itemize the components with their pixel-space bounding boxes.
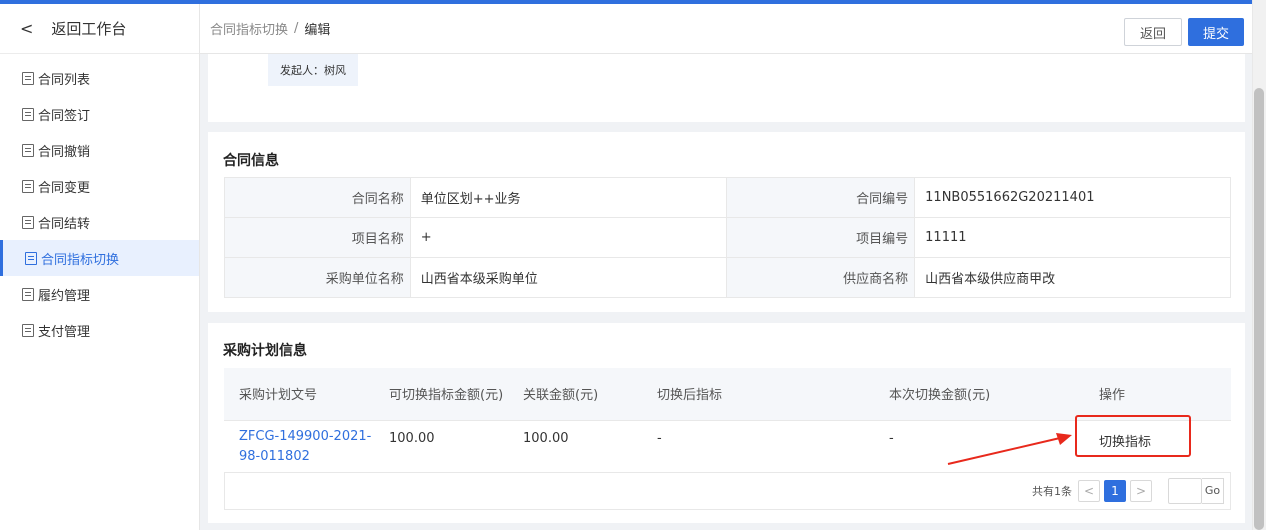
sidebar: < 返回工作台 合同列表 合同签订 合同撤销 合同变更 合同结转 合同指标切换 … — [0, 4, 200, 530]
breadcrumb-separator: / — [294, 21, 299, 36]
scrollbar[interactable] — [1252, 0, 1266, 530]
info-row: 合同名称 单位区划++业务 合同编号 11NB0551662G20211401 — [224, 177, 1231, 218]
info-label: 合同名称 — [224, 177, 411, 218]
scrollbar-thumb[interactable] — [1254, 88, 1264, 530]
document-icon — [22, 215, 34, 229]
info-value: 山西省本级采购单位 — [409, 257, 728, 298]
sidebar-item-contract-change[interactable]: 合同变更 — [0, 168, 199, 204]
column-header: 本次切换金额(元) — [874, 368, 1084, 421]
sidebar-item-contract-list[interactable]: 合同列表 — [0, 60, 199, 96]
column-header: 可切换指标金额(元) — [374, 368, 508, 421]
info-row: 项目名称 + 项目编号 11111 — [224, 217, 1231, 258]
table-header-row: 采购计划文号 可切换指标金额(元) 关联金额(元) 切换后指标 本次切换金额(元… — [224, 368, 1231, 421]
info-label: 供应商名称 — [726, 257, 916, 298]
back-button[interactable]: 返回 — [1124, 18, 1182, 46]
sidebar-item-label: 合同指标切换 — [41, 252, 120, 268]
page-1-button[interactable]: 1 — [1104, 479, 1126, 502]
next-page-button[interactable]: > — [1130, 479, 1152, 502]
contract-number-link[interactable]: 11NB0551662G20211401 — [914, 177, 1231, 218]
info-label: 合同编号 — [726, 177, 916, 218]
info-value: + — [409, 217, 728, 258]
sidebar-item-contract-signing[interactable]: 合同签订 — [0, 96, 199, 132]
initiator-card: 发起人：树风 — [208, 54, 1245, 122]
document-icon — [22, 287, 34, 301]
info-value: 山西省本级供应商甲改 — [914, 257, 1231, 298]
back-to-workbench-label: 返回工作台 — [51, 20, 127, 38]
pagination: 共有1条 < 1 > Go — [224, 472, 1231, 510]
sidebar-item-label: 支付管理 — [38, 324, 91, 340]
page-header: 合同指标切换 / 编辑 返回 提交 — [200, 4, 1252, 54]
back-to-workbench[interactable]: < 返回工作台 — [0, 4, 199, 54]
go-button[interactable]: Go — [1202, 477, 1224, 504]
column-header: 操作 — [1084, 368, 1231, 421]
document-icon — [22, 71, 34, 85]
annotation-highlight-box — [1075, 415, 1191, 457]
sidebar-item-label: 合同结转 — [38, 216, 91, 232]
info-value: 单位区划++业务 — [409, 177, 728, 218]
sidebar-item-contract-revocation[interactable]: 合同撤销 — [0, 132, 199, 168]
info-label: 采购单位名称 — [224, 257, 411, 298]
document-icon — [25, 251, 37, 265]
sidebar-menu: 合同列表 合同签订 合同撤销 合同变更 合同结转 合同指标切换 履约管理 支付管… — [0, 54, 199, 348]
plan-info-title: 采购计划信息 — [223, 343, 307, 359]
info-row: 采购单位名称 山西省本级采购单位 供应商名称 山西省本级供应商甲改 — [224, 257, 1231, 298]
sidebar-item-contract-carryover[interactable]: 合同结转 — [0, 204, 199, 240]
plan-doc-link[interactable]: ZFCG-149900-2021-98-011802 — [224, 420, 374, 473]
submit-button[interactable]: 提交 — [1188, 18, 1244, 46]
chevron-left-icon: < — [20, 19, 34, 38]
prev-page-button[interactable]: < — [1078, 479, 1100, 502]
breadcrumb-current: 编辑 — [304, 23, 331, 38]
document-icon — [22, 107, 34, 121]
sidebar-item-label: 合同签订 — [38, 108, 91, 124]
initiator-tag: 发起人：树风 — [268, 54, 358, 86]
table-cell: - — [642, 420, 874, 473]
table-cell: 100.00 — [508, 420, 642, 473]
sidebar-item-label: 履约管理 — [38, 288, 91, 304]
sidebar-item-indicator-switch[interactable]: 合同指标切换 — [0, 240, 199, 276]
info-value: 11111 — [914, 217, 1231, 258]
page-jump-input[interactable] — [1168, 477, 1202, 504]
column-header: 切换后指标 — [642, 368, 874, 421]
sidebar-item-label: 合同变更 — [38, 180, 91, 196]
sidebar-item-payment[interactable]: 支付管理 — [0, 312, 199, 348]
column-header: 采购计划文号 — [224, 368, 374, 421]
contract-info-title: 合同信息 — [223, 153, 279, 169]
contract-info-card: 合同信息 合同名称 单位区划++业务 合同编号 11NB0551662G2021… — [208, 132, 1245, 312]
info-label: 项目名称 — [224, 217, 411, 258]
sidebar-item-performance[interactable]: 履约管理 — [0, 276, 199, 312]
sidebar-item-label: 合同列表 — [38, 72, 91, 88]
breadcrumb-parent[interactable]: 合同指标切换 — [210, 19, 288, 38]
table-cell: 100.00 — [374, 420, 508, 473]
annotation-arrow-icon — [947, 433, 1072, 465]
pagination-total: 共有1条 — [1032, 484, 1072, 498]
document-icon — [22, 179, 34, 193]
sidebar-item-label: 合同撤销 — [38, 144, 91, 160]
column-header: 关联金额(元) — [508, 368, 642, 421]
contract-info-table: 合同名称 单位区划++业务 合同编号 11NB0551662G20211401 … — [224, 177, 1231, 298]
info-label: 项目编号 — [726, 217, 916, 258]
document-icon — [22, 143, 34, 157]
document-icon — [22, 323, 34, 337]
